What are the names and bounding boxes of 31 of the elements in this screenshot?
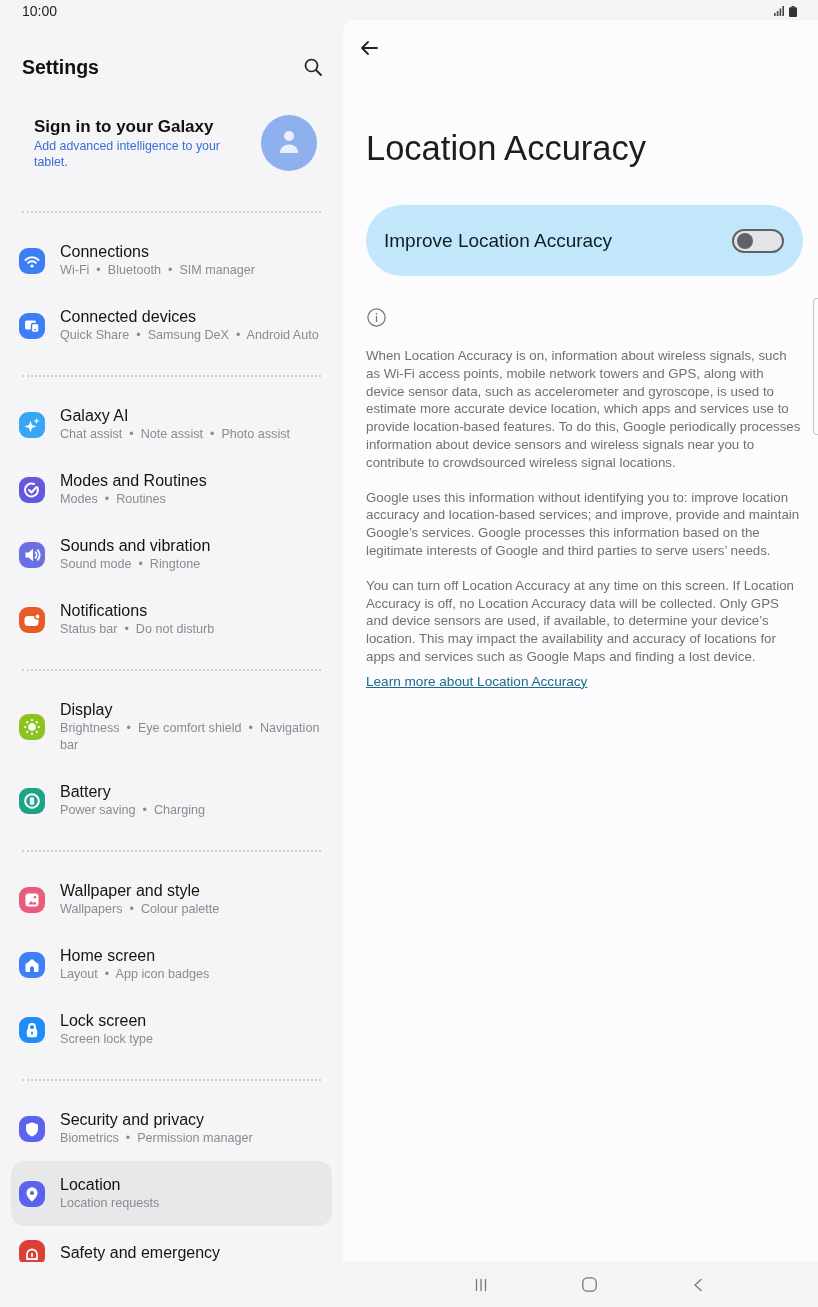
- settings-item[interactable]: Sounds and vibration Sound mode • Ringtone: [11, 522, 332, 587]
- clock-time: 10:00: [22, 3, 58, 19]
- battery-icon: [789, 5, 797, 17]
- description-paragraph: Google uses this information without identifying you to: improve location accuracy and location-based services; and improve, provide and maintain Google’s services. Google processes this information based on the legitimate interests of Google and third parties to serve users’ needs.: [366, 488, 801, 560]
- toggle-switch[interactable]: [732, 228, 784, 253]
- settings-item[interactable]: Battery Power saving • Charging: [11, 768, 332, 833]
- settings-item[interactable]: Home screen Layout • App icon badges: [11, 932, 332, 997]
- page-heading: Location Accuracy: [366, 128, 647, 168]
- home-icon[interactable]: [582, 1277, 597, 1292]
- avatar-icon: [261, 115, 317, 171]
- settings-item[interactable]: Connected devices Quick Share • Samsung DeX • Android Auto: [11, 293, 332, 358]
- settings-item[interactable]: Galaxy AI Chat assist • Note assist • Photo assist: [11, 392, 332, 457]
- search-icon[interactable]: [303, 57, 323, 77]
- settings-item[interactable]: Location Location requests: [11, 1161, 332, 1226]
- info-icon: [367, 308, 386, 327]
- description-paragraph: When Location Accuracy is on, information about wireless signals, such as Wi-Fi access points, mobile network towers and GPS, along with device sensor data, such as accelerometer and gyroscope, is used to estimate more accurate device location, which apps and services use to provide location-based features. To do this, Google periodically processes information about device sensors and wireless signals near you to contribute to crowdsourced wireless signal locations.: [366, 347, 802, 472]
- settings-item[interactable]: Modes and Routines Modes • Routines: [11, 457, 332, 522]
- settings-item[interactable]: Lock screen Screen lock type: [11, 997, 332, 1062]
- settings-item[interactable]: Wallpaper and style Wallpapers • Colour palette: [11, 867, 332, 932]
- recent-apps-icon[interactable]: [474, 1277, 488, 1292]
- account-item[interactable]: Sign in to your Galaxy Add advanced intelligence to your tablet.: [0, 100, 343, 194]
- settings-item[interactable]: Safety and emergency: [11, 1226, 332, 1262]
- settings-title: Settings: [22, 55, 99, 79]
- settings-item[interactable]: Notifications Status bar • Do not disturb: [11, 587, 332, 652]
- learn-more-link[interactable]: Learn more about Location Accuracy: [366, 672, 588, 690]
- settings-item[interactable]: Security and privacy Biometrics • Permission manager: [11, 1096, 332, 1161]
- toggle-label: Improve Location Accuracy: [384, 229, 613, 252]
- description-paragraph: You can turn off Location Accuracy at any time on this screen. If Location Accuracy is off, no Location Accuracy data will be collected. Only GPS and device sensors are used, if available, to determine your device’s location. This may impact the availability and accuracy of locations for apps and services such as Google Maps and finding a lost device.: [366, 576, 795, 666]
- settings-item[interactable]: Connections Wi-Fi • Bluetooth • SIM manager: [11, 228, 332, 293]
- signal-icon: [774, 6, 784, 16]
- settings-item[interactable]: Display Brightness • Eye comfort shield • Navigation bar: [11, 686, 332, 768]
